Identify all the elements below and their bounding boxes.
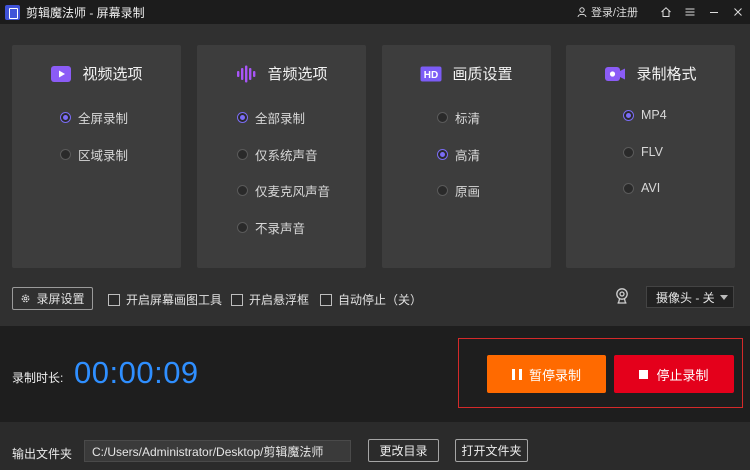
audio-option-none[interactable]: 不录声音 [237,218,305,237]
format-option-avi[interactable]: AVI [623,181,660,195]
pause-icon [511,368,522,380]
home-icon [661,7,671,17]
option-label: AVI [641,181,661,195]
pause-recording-button[interactable]: 暂停录制 [487,355,606,393]
menu-button[interactable] [678,0,702,24]
options-bar: 录屏设置 开启屏幕画图工具 开启悬浮框 自动停止（关） 摄像头 - 关 [0,282,750,326]
audio-options-title: 音频选项 [267,66,328,83]
login-register-link[interactable]: 登录/注册 [577,4,638,20]
title-bar-controls: 登录/注册 [577,0,750,24]
audio-options-card: 音频选项 全部录制 仅系统声音 仅麦克风声音 不录声音 [197,45,366,268]
video-icon [51,65,72,82]
option-label: 标清 [455,112,481,126]
webcam-icon [616,288,628,304]
quality-option-high[interactable]: 高清 [437,145,480,164]
stop-recording-button[interactable]: 停止录制 [614,355,734,393]
radio-selected [623,109,634,121]
format-option-mp4[interactable]: MP4 [623,108,667,122]
video-options-title: 视频选项 [82,66,143,83]
option-label: FLV [641,145,663,159]
checkbox-label: 开启悬浮框 [249,293,310,307]
option-label: 区域录制 [78,149,129,163]
radio-selected [237,112,248,123]
video-option-fullscreen[interactable]: 全屏录制 [60,108,128,127]
radio-unselected [623,182,634,194]
menu-icon [685,8,695,16]
radio-unselected [437,185,448,196]
quality-option-standard[interactable]: 标清 [437,108,480,127]
output-path-field[interactable] [84,440,351,462]
option-label: 全部录制 [255,112,306,126]
checkbox-box [231,293,243,306]
title-bar: 剪辑魔法师 - 屏幕录制 登录/注册 [0,0,750,24]
radio-selected [60,112,71,123]
pause-recording-label: 暂停录制 [528,367,581,383]
minimize-icon [710,12,718,13]
user-icon [577,7,587,17]
option-label: 原画 [455,185,481,199]
auto-stop-checkbox[interactable]: 自动停止（关） [320,291,422,308]
open-folder-button[interactable]: 打开文件夹 [455,439,528,462]
radio-unselected [237,185,248,196]
checkbox-label: 开启屏幕画图工具 [126,293,223,307]
option-label: MP4 [641,108,667,122]
audio-option-all[interactable]: 全部录制 [237,108,305,127]
quality-settings-title: 画质设置 [452,66,513,83]
app-logo-icon [5,4,20,20]
stop-recording-label: 停止录制 [656,367,709,383]
checkbox-label: 自动停止（关） [338,293,423,307]
record-format-icon [605,66,626,81]
option-label: 全屏录制 [78,112,129,126]
checkbox-box [108,293,120,306]
option-label: 仅系统声音 [255,149,318,163]
close-button[interactable] [726,0,750,24]
window-title: 剪辑魔法师 - 屏幕录制 [26,5,145,20]
radio-unselected [237,222,248,233]
camera-select-value: 摄像头 - 关 [656,290,715,305]
radio-unselected [237,149,248,160]
close-icon [734,8,742,16]
radio-unselected [623,146,634,158]
checkbox-box [320,293,332,306]
option-label: 不录声音 [255,222,306,236]
radio-selected [437,149,448,160]
home-button[interactable] [654,0,678,24]
video-options-card: 视频选项 全屏录制 区域录制 [12,45,181,268]
change-directory-button[interactable]: 更改目录 [368,439,439,462]
radio-unselected [437,112,448,123]
duration-label: 录制时长: [12,371,64,385]
float-window-checkbox[interactable]: 开启悬浮框 [231,291,309,308]
option-label: 仅麦克风声音 [255,185,331,199]
output-folder-label: 输出文件夹 [12,447,73,461]
radio-unselected [60,149,71,160]
camera-select[interactable]: 摄像头 - 关 [646,286,734,308]
record-settings-button[interactable]: 录屏设置 [12,287,93,310]
recording-timer: 00:00:09 [74,355,199,390]
record-format-title: 录制格式 [636,66,697,83]
open-folder-label: 打开文件夹 [461,444,522,458]
minimize-button[interactable] [702,0,726,24]
audio-wave-icon [237,65,256,82]
audio-option-mic[interactable]: 仅麦克风声音 [237,181,330,200]
quality-settings-card: HD 画质设置 标清 高清 原画 [382,45,551,268]
change-directory-label: 更改目录 [379,444,428,458]
screen-draw-checkbox[interactable]: 开启屏幕画图工具 [108,291,222,308]
audio-option-system[interactable]: 仅系统声音 [237,145,318,164]
svg-text:HD: HD [424,70,438,81]
record-format-card: 录制格式 MP4 FLV AVI [566,45,735,268]
quality-option-original[interactable]: 原画 [437,181,480,200]
format-option-flv[interactable]: FLV [623,145,663,159]
video-option-region[interactable]: 区域录制 [60,145,128,164]
hd-icon: HD [420,66,442,81]
options-panel: 视频选项 全屏录制 区域录制 音频选项 全部录制 仅系统声音 仅麦克风声音 不录… [0,24,750,282]
stop-icon [639,369,649,379]
chevron-down-icon [720,295,728,300]
record-settings-label: 录屏设置 [36,292,85,306]
gear-icon [22,294,30,303]
output-bar: 输出文件夹 更改目录 打开文件夹 [0,422,750,470]
login-register-label: 登录/注册 [590,7,638,19]
option-label: 高清 [455,149,481,163]
